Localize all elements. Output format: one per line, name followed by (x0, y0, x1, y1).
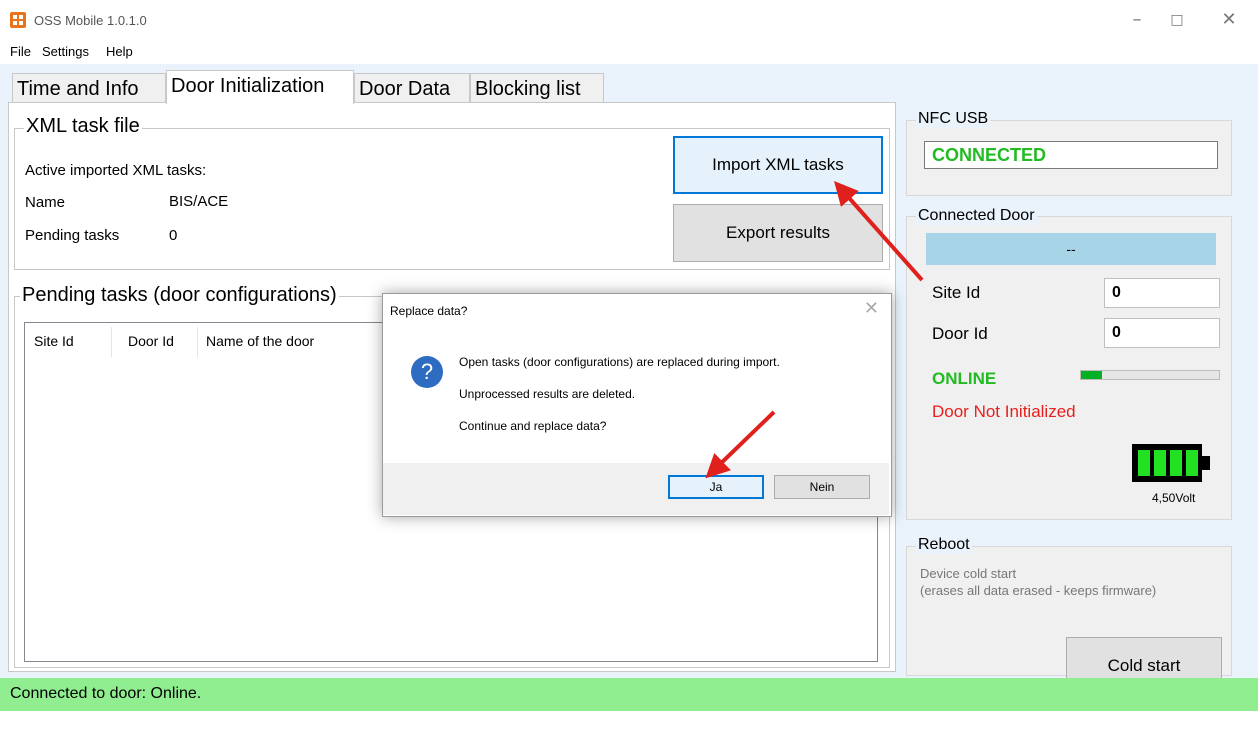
dialog-message-line-3: Continue and replace data? (459, 419, 607, 433)
nfc-status-field: CONNECTED (924, 141, 1218, 169)
reboot-description-1: Device cold start (920, 566, 1017, 581)
tab-time-and-info[interactable]: Time and Info (12, 73, 166, 103)
signal-bar (1080, 370, 1220, 380)
import-xml-tasks-button[interactable]: Import XML tasks (673, 136, 883, 194)
online-status: ONLINE (932, 369, 997, 388)
window-title: OSS Mobile 1.0.1.0 (34, 13, 147, 28)
battery-icon (1132, 444, 1210, 482)
reboot-title: Reboot (916, 536, 972, 554)
active-imported-label: Active imported XML tasks: (25, 162, 207, 179)
minimize-button[interactable]: – (1124, 8, 1150, 32)
menu-bar: File Settings Help (0, 40, 1258, 64)
menu-file[interactable]: File (10, 44, 31, 59)
pending-tasks-value: 0 (169, 227, 178, 244)
dialog-message-line-2: Unprocessed results are deleted. (459, 387, 636, 401)
column-separator (111, 327, 112, 357)
nfc-usb-title: NFC USB (916, 110, 991, 128)
column-header-door-name[interactable]: Name of the door (206, 333, 314, 349)
question-icon: ? (411, 356, 443, 388)
status-bar: Connected to door: Online. (0, 678, 1258, 711)
door-id-label: Door Id (932, 324, 988, 343)
close-button[interactable]: ✕ (1216, 8, 1242, 32)
yes-button[interactable]: Ja (668, 475, 764, 499)
status-text: Connected to door: Online. (10, 685, 202, 702)
pending-tasks-title: Pending tasks (door configurations) (20, 284, 339, 307)
dialog-title: Replace data? (390, 304, 468, 318)
init-status: Door Not Initialized (932, 402, 1076, 421)
xml-task-file-title: XML task file (24, 115, 142, 138)
door-name-display: -- (926, 233, 1216, 265)
name-label: Name (25, 194, 66, 211)
maximize-button[interactable]: □ (1164, 8, 1190, 32)
signal-bar-fill (1081, 371, 1102, 379)
app-logo-icon (10, 12, 26, 28)
connected-door-title: Connected Door (916, 207, 1037, 225)
column-separator (197, 327, 198, 357)
column-header-door-id[interactable]: Door Id (128, 333, 174, 349)
dialog-message-line-1: Open tasks (door configurations) are rep… (459, 355, 780, 369)
tab-blocking-list[interactable]: Blocking list (470, 73, 604, 103)
export-results-button[interactable]: Export results (673, 204, 883, 262)
no-button[interactable]: Nein (774, 475, 870, 499)
menu-settings[interactable]: Settings (42, 44, 89, 59)
door-id-field: 0 (1104, 318, 1220, 348)
site-id-label: Site Id (932, 283, 981, 302)
replace-data-dialog: Replace data? ✕ ? Open tasks (door confi… (382, 293, 892, 517)
pending-tasks-label: Pending tasks (25, 227, 120, 244)
menu-help[interactable]: Help (106, 44, 133, 59)
dialog-close-button[interactable]: ✕ (864, 298, 879, 319)
title-bar: OSS Mobile 1.0.1.0 – □ ✕ (0, 0, 1258, 40)
name-value: BIS/ACE (169, 193, 229, 210)
site-id-field: 0 (1104, 278, 1220, 308)
column-header-site-id[interactable]: Site Id (34, 333, 74, 349)
reboot-description-2: (erases all data erased - keeps firmware… (920, 583, 1157, 598)
tab-door-initialization[interactable]: Door Initialization (166, 70, 354, 104)
battery-voltage: 4,50Volt (1152, 491, 1196, 505)
tab-door-data[interactable]: Door Data (354, 73, 470, 103)
